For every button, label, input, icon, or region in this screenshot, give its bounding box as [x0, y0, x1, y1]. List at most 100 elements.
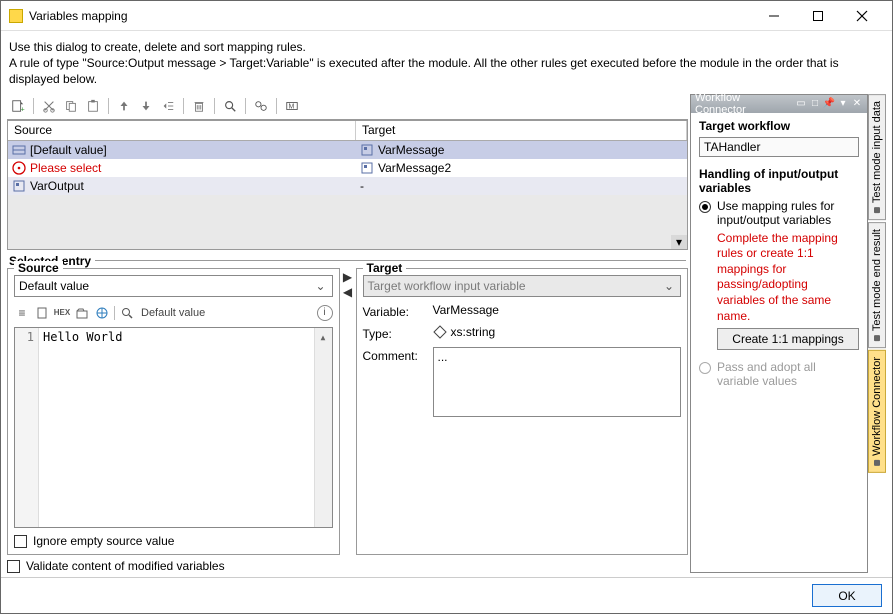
splitter[interactable]: ▶ ◀	[344, 268, 352, 555]
app-icon	[9, 9, 23, 23]
list-icon[interactable]: ≡	[14, 305, 30, 321]
grid-cell: VarMessage2	[378, 161, 451, 175]
panel-max-icon[interactable]: □	[809, 98, 821, 110]
copy-icon[interactable]	[62, 97, 80, 115]
checkbox-label: Validate content of modified variables	[26, 559, 225, 573]
var-icon	[12, 179, 26, 193]
variable-value: VarMessage	[433, 303, 682, 317]
paste-icon[interactable]	[84, 97, 102, 115]
rules-toolbar: + M	[7, 94, 688, 120]
dialog-window: Variables mapping Use this dialog to cre…	[0, 0, 893, 614]
close-button[interactable]	[840, 2, 884, 30]
triangle-left-icon: ◀	[343, 285, 352, 299]
scroll-down-icon[interactable]: ▾	[671, 235, 687, 249]
type-icon	[433, 325, 447, 339]
radio-off[interactable]	[699, 362, 711, 374]
find-icon[interactable]	[221, 97, 239, 115]
warning-icon	[12, 161, 26, 175]
open-icon[interactable]	[74, 305, 90, 321]
search-icon[interactable]	[119, 305, 135, 321]
table-row[interactable]: VarOutput -	[8, 177, 687, 195]
dialog-footer: OK	[1, 577, 892, 613]
svg-text:M: M	[289, 104, 295, 111]
col-source[interactable]: Source	[8, 121, 356, 140]
type-label: Type:	[363, 325, 427, 341]
minimize-button[interactable]	[752, 2, 796, 30]
combo-value: Default value	[19, 279, 89, 293]
default-value-icon	[12, 143, 26, 157]
target-type-combo: Target workflow input variable ⌄	[363, 275, 682, 297]
comment-textarea[interactable]: ...	[433, 347, 682, 417]
combo-value: Target workflow input variable	[368, 279, 526, 293]
grid-body: [Default value] VarMessage Please select	[8, 141, 687, 249]
rules-grid[interactable]: Source Target [Default value] VarMessage	[7, 120, 688, 250]
col-target[interactable]: Target	[356, 121, 687, 140]
radio-on[interactable]	[699, 201, 711, 213]
radio-label: Pass and adopt all variable values	[717, 360, 859, 388]
create-mappings-button[interactable]: Create 1:1 mappings	[717, 328, 859, 350]
target-workflow-label: Target workflow	[699, 119, 859, 133]
validate-checkbox[interactable]: Validate content of modified variables	[7, 559, 688, 573]
tab-workflow-connector[interactable]: Workflow Connector	[868, 350, 886, 473]
chevron-down-icon: ⌄	[662, 279, 676, 293]
module-icon[interactable]: M	[283, 97, 301, 115]
titlebar: Variables mapping	[1, 1, 892, 31]
chevron-down-icon: ⌄	[314, 279, 328, 293]
tab-icon	[874, 335, 880, 341]
target-workflow-field[interactable]: TAHandler	[699, 137, 859, 157]
scrollbar[interactable]: ▴	[314, 328, 332, 527]
instructions-line2: A rule of type "Source:Output message > …	[9, 55, 884, 87]
tab-test-input[interactable]: Test mode input data	[868, 94, 886, 220]
panel-titlebar[interactable]: Workflow Connector ▭ □ 📌 ▾ ✕	[691, 95, 867, 113]
hex-icon[interactable]: HEX	[54, 305, 70, 321]
svg-text:+: +	[21, 106, 25, 113]
tab-icon	[874, 460, 880, 466]
table-row[interactable]: [Default value] VarMessage	[8, 141, 687, 159]
radio-pass-adopt[interactable]: Pass and adopt all variable values	[699, 360, 859, 388]
delete-icon[interactable]	[190, 97, 208, 115]
type-value: xs:string	[451, 325, 496, 339]
new-rule-icon[interactable]: +	[9, 97, 27, 115]
ok-button[interactable]: OK	[812, 584, 882, 607]
panel-close-icon[interactable]: ✕	[851, 98, 863, 110]
source-type-combo[interactable]: Default value ⌄	[14, 275, 333, 297]
panel-pin-icon[interactable]: 📌	[823, 98, 835, 110]
cut-icon[interactable]	[40, 97, 58, 115]
ignore-empty-checkbox[interactable]: Ignore empty source value	[14, 534, 333, 548]
source-fieldset: Source Default value ⌄ ≡ HEX Default val…	[7, 268, 340, 555]
handling-label: Handling of input/output variables	[699, 167, 859, 195]
checkbox-box[interactable]	[14, 535, 27, 548]
tab-icon	[874, 207, 880, 213]
instructions-line1: Use this dialog to create, delete and so…	[9, 39, 884, 55]
tab-test-result[interactable]: Test mode end result	[868, 222, 886, 348]
vertical-tabs: Test mode input data Test mode end resul…	[868, 94, 886, 573]
doc-icon[interactable]	[34, 305, 50, 321]
grid-cell: VarOutput	[30, 179, 84, 193]
grid-header: Source Target	[8, 121, 687, 141]
maximize-button[interactable]	[796, 2, 840, 30]
outdent-icon[interactable]	[159, 97, 177, 115]
source-editor-toolbar: ≡ HEX Default value i	[14, 303, 333, 323]
instructions: Use this dialog to create, delete and so…	[1, 31, 892, 92]
grid-cell: -	[360, 179, 364, 193]
triangle-right-icon: ▶	[343, 270, 352, 284]
source-editor[interactable]: 1 Hello World ▴	[14, 327, 333, 528]
mapping-hint: Complete the mapping rules or create 1:1…	[717, 231, 859, 325]
move-up-icon[interactable]	[115, 97, 133, 115]
web-icon[interactable]	[94, 305, 110, 321]
editor-content[interactable]: Hello World	[39, 328, 314, 527]
table-row[interactable]: Please select VarMessage2	[8, 159, 687, 177]
workflow-connector-panel: Workflow Connector ▭ □ 📌 ▾ ✕ Target work…	[690, 94, 868, 573]
radio-use-mapping[interactable]: Use mapping rules for input/output varia…	[699, 199, 859, 227]
checkbox-box[interactable]	[7, 560, 20, 573]
panel-dropdown-icon[interactable]: ▾	[837, 98, 849, 110]
comment-label: Comment:	[363, 347, 427, 363]
info-icon[interactable]: i	[317, 305, 333, 321]
window-title: Variables mapping	[29, 9, 752, 23]
move-down-icon[interactable]	[137, 97, 155, 115]
grid-cell: [Default value]	[30, 143, 107, 157]
source-legend: Source	[14, 261, 63, 275]
grid-cell: VarMessage	[378, 143, 444, 157]
panel-restore-icon[interactable]: ▭	[795, 98, 807, 110]
settings-icon[interactable]	[252, 97, 270, 115]
